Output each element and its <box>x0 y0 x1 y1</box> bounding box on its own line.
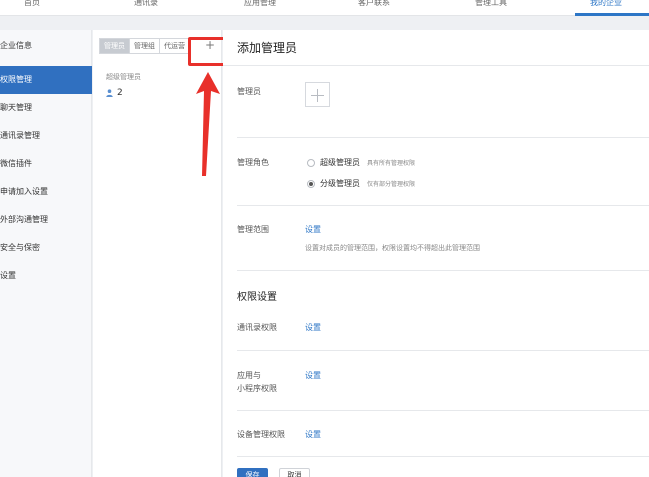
radio-super-admin[interactable] <box>307 158 315 167</box>
nav-contacts[interactable]: 通讯录 <box>134 0 158 8</box>
divider <box>237 205 649 206</box>
radio-sub-admin[interactable] <box>307 179 315 188</box>
nav-active-indicator <box>575 13 649 16</box>
role-label: 管理角色 <box>237 158 269 167</box>
sidebar-item-security[interactable]: 安全与保密 <box>0 234 92 262</box>
top-nav: 首页 通讯录 应用管理 客户联系 管理工具 我的企业 <box>0 0 649 16</box>
role-option-desc: 具有所有管理权限 <box>367 160 416 167</box>
role-option-sub-admin[interactable]: 分级管理员 仅有部分管理权限 <box>307 178 415 189</box>
app-permission-link[interactable]: 设置 <box>305 370 321 381</box>
user-icon <box>106 89 113 97</box>
page-title: 添加管理员 <box>237 41 298 55</box>
user-count-value: 2 <box>117 88 123 98</box>
scope-settings-link[interactable]: 设置 <box>305 224 321 235</box>
role-option-label: 超级管理员 <box>320 158 360 167</box>
nav-customer-contact[interactable]: 客户联系 <box>358 0 390 8</box>
sidebar-item-external-communication[interactable]: 外部沟通管理 <box>0 206 92 234</box>
sidebar-item-contacts-management[interactable]: 通讯录管理 <box>0 122 92 150</box>
sidebar: 企业信息 权限管理 聊天管理 通讯录管理 微信插件 申请加入设置 外部沟通管理 … <box>0 30 92 477</box>
role-option-label: 分级管理员 <box>320 179 360 188</box>
divider <box>237 350 649 351</box>
title-divider <box>223 65 649 66</box>
tab-agency[interactable]: 代运营 <box>159 38 190 54</box>
admin-label: 管理员 <box>237 87 261 96</box>
scope-hint: 设置对成员的管理范围，权限设置均不得超出此管理范围 <box>305 244 480 252</box>
super-admin-count[interactable]: 2 <box>106 88 123 98</box>
scope-label: 管理范围 <box>237 225 269 234</box>
tab-admins[interactable]: 管理员 <box>99 38 130 54</box>
cancel-button[interactable]: 取消 <box>279 468 310 477</box>
contacts-permission-label: 通讯录权限 <box>237 323 277 332</box>
nav-home[interactable]: 首页 <box>24 0 40 8</box>
divider <box>237 270 649 271</box>
nav-app-management[interactable]: 应用管理 <box>244 0 276 8</box>
role-option-super-admin[interactable]: 超级管理员 具有所有管理权限 <box>307 157 415 168</box>
sidebar-item-wechat-plugin[interactable]: 微信插件 <box>0 150 92 178</box>
add-admin-panel: 添加管理员 管理员 管理角色 超级管理员 具有所有管理权限 分级管理员 仅有部分… <box>223 30 649 477</box>
nav-management-tools[interactable]: 管理工具 <box>475 0 507 8</box>
super-admin-group-label: 超级管理员 <box>106 73 141 81</box>
divider <box>237 410 649 411</box>
tab-admin-groups[interactable]: 管理组 <box>129 38 160 54</box>
sidebar-item-chat-management[interactable]: 聊天管理 <box>0 94 92 122</box>
save-button[interactable]: 保存 <box>237 468 268 477</box>
app-permission-label-line2: 小程序权限 <box>237 384 277 393</box>
sidebar-item-join-settings[interactable]: 申请加入设置 <box>0 178 92 206</box>
red-arrow-annotation <box>196 72 220 176</box>
device-permission-link[interactable]: 设置 <box>305 429 321 440</box>
device-permission-label: 设备管理权限 <box>237 430 285 439</box>
role-option-desc: 仅有部分管理权限 <box>367 181 416 188</box>
sidebar-item-settings[interactable]: 设置 <box>0 262 92 290</box>
contacts-permission-link[interactable]: 设置 <box>305 322 321 333</box>
app-permission-label-line1: 应用与 <box>237 371 261 380</box>
admin-tabs: 管理员 管理组 代运营 <box>99 38 190 56</box>
permission-section-title: 权限设置 <box>237 292 277 303</box>
sidebar-item-company-info[interactable]: 企业信息 <box>0 32 92 60</box>
sidebar-item-permission-management[interactable]: 权限管理 <box>0 66 92 94</box>
divider <box>237 137 649 138</box>
divider <box>237 456 649 457</box>
nav-my-company[interactable]: 我的企业 <box>590 0 622 8</box>
add-member-button[interactable] <box>305 82 330 107</box>
